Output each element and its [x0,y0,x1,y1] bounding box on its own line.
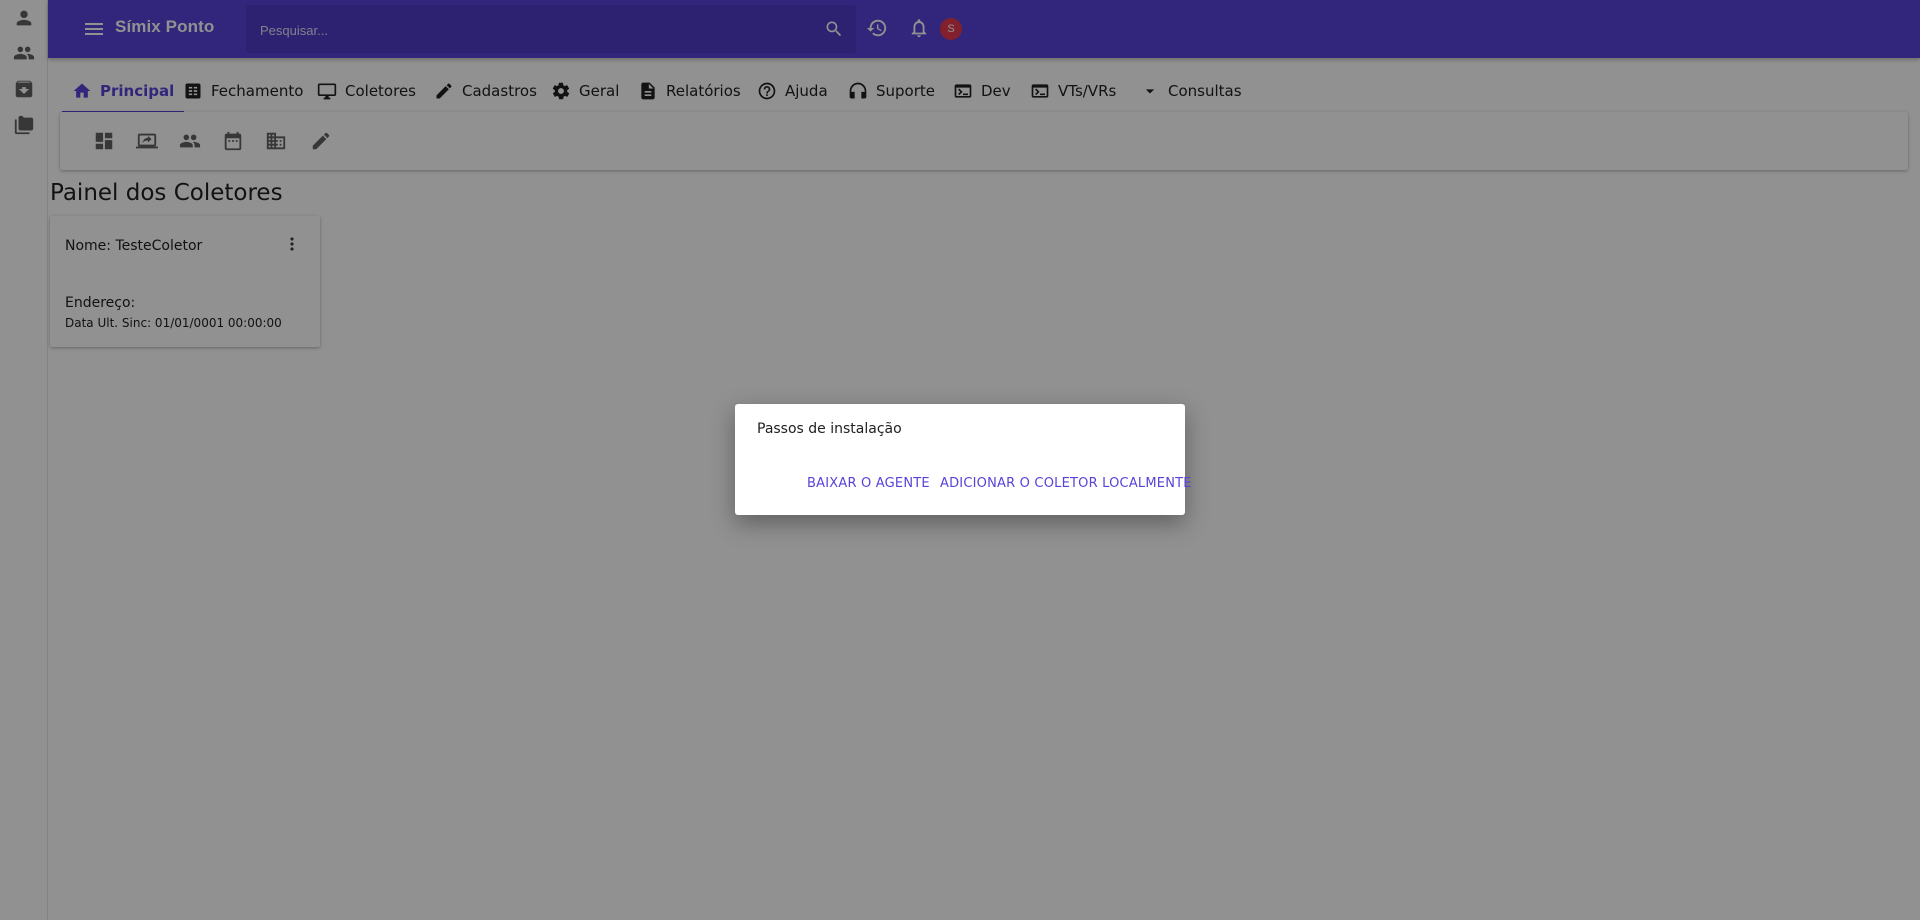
add-collector-locally-button[interactable]: ADICIONAR O COLETOR LOCALMENTE [940,476,1192,491]
dialog-title: Passos de instalação [757,421,902,437]
download-agent-button[interactable]: BAIXAR O AGENTE [807,476,930,491]
installation-dialog: Passos de instalação BAIXAR O AGENTE ADI… [735,404,1191,515]
